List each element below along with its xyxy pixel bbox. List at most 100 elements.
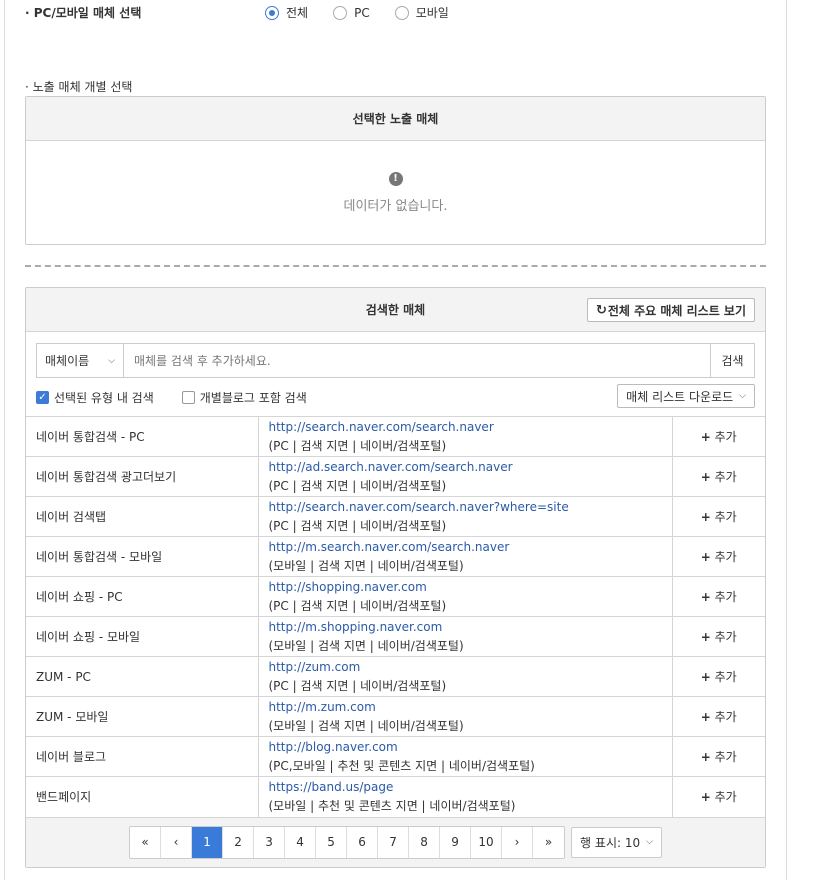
media-url-link[interactable]: http://ad.search.naver.com/search.naver (269, 458, 672, 477)
page-number-button[interactable]: 10 (471, 826, 503, 858)
filter-selected-type-checkbox[interactable]: ✓ 선택된 유형 내 검색 (36, 389, 154, 406)
last-page-button[interactable]: » (533, 827, 564, 858)
page-number-button[interactable]: 3 (254, 826, 286, 858)
media-type-radio-1[interactable]: PC (333, 5, 370, 20)
add-button[interactable]: + 추가 (701, 590, 737, 604)
media-info: https://band.us/page (모바일 | 추천 및 콘텐츠 지면 |… (258, 776, 673, 817)
add-button[interactable]: + 추가 (701, 790, 737, 804)
full-media-list-button[interactable]: ↻ 전체 주요 매체 리스트 보기 (586, 298, 755, 322)
selected-media-header: 선택한 노출 매체 (26, 97, 765, 141)
add-cell: + 추가 (672, 576, 765, 617)
search-input[interactable]: 매체를 검색 후 추가하세요. (123, 343, 711, 378)
filter-include-blog-checkbox[interactable]: 개별블로그 포함 검색 (181, 389, 307, 406)
table-row: 네이버 검색탭 http://search.naver.com/search.na… (26, 496, 765, 537)
media-url-link[interactable]: http://m.search.naver.com/search.naver (269, 538, 672, 557)
add-button[interactable]: + 추가 (701, 550, 737, 564)
media-meta: (모바일 | 추천 및 콘텐츠 지면 | 네이버/검색포털) (268, 798, 516, 813)
plus-icon: + (700, 590, 711, 604)
first-page-button[interactable]: « (130, 826, 162, 858)
media-name: 네이버 쇼핑 - PC (26, 576, 259, 617)
media-type-radio-2[interactable]: 모바일 (394, 4, 449, 21)
next-page-button[interactable]: › (502, 826, 534, 858)
media-url-link[interactable]: http://search.naver.com/search.naver (269, 418, 672, 437)
add-label: 추가 (714, 710, 737, 724)
rows-per-page-select[interactable]: 행 표시: 10 ⌵ (571, 826, 662, 858)
rows-per-page-label: 행 표시: 10 (580, 835, 641, 850)
add-cell: + 추가 (672, 736, 765, 777)
table-row: 네이버 통합검색 - 모바일 http://m.search.naver.com/… (26, 536, 765, 577)
add-label: 추가 (714, 790, 737, 805)
media-url-link[interactable]: http://blog.naver.com (269, 738, 672, 757)
add-button[interactable]: + 추가 (701, 670, 737, 684)
media-type-radio-0[interactable]: 전체 (265, 4, 308, 21)
plus-icon: + (700, 470, 711, 484)
prev-page-button[interactable]: ‹ (161, 826, 193, 858)
media-name: 밴드페이지 (26, 776, 259, 817)
add-cell: + 추가 (672, 616, 765, 657)
checkbox-empty-icon (181, 390, 195, 404)
media-type-radio-label: 모바일 (415, 6, 449, 20)
page-number-button[interactable]: 4 (285, 826, 317, 858)
media-meta: (모바일 | 검색 지면 | 네이버/검색포털) (268, 638, 464, 653)
add-button[interactable]: + 추가 (701, 510, 737, 524)
media-url-link[interactable]: http://m.zum.com (269, 698, 672, 717)
chevron-down-icon: ⌵ (646, 837, 653, 847)
plus-icon: + (700, 790, 711, 805)
radio-circle-icon (394, 5, 409, 20)
add-label: 추가 (714, 750, 737, 764)
add-button[interactable]: + 추가 (701, 710, 737, 724)
media-meta: (PC | 검색 지면 | 네이버/검색포털) (268, 518, 447, 533)
page-number-button[interactable]: 1 (192, 826, 224, 858)
page-number-button[interactable]: 8 (409, 826, 441, 858)
add-button[interactable]: + 추가 (701, 750, 737, 764)
add-label: 추가 (714, 590, 737, 604)
table-row: 네이버 쇼핑 - PC http://shopping.naver.com (PC … (26, 576, 765, 617)
media-type-radio-group: 전체 PC 모바일 (265, 4, 474, 21)
media-result-table: 네이버 통합검색 - PC http://search.naver.com/sea… (26, 416, 765, 817)
search-row: 매체이름 ⌵ 매체를 검색 후 추가하세요. 검색 (36, 343, 755, 378)
add-cell: + 추가 (672, 536, 765, 577)
media-type-title: · PC/모바일 매체 선택 (25, 6, 142, 20)
page-number-button[interactable]: 5 (316, 826, 348, 858)
checkmark-icon: ✓ (36, 390, 49, 404)
page-number-button[interactable]: 2 (223, 826, 255, 858)
add-cell: + 추가 (672, 696, 765, 737)
plus-icon: + (700, 510, 711, 524)
media-url-link[interactable]: https://band.us/page (269, 778, 672, 797)
media-name: 네이버 검색탭 (26, 496, 259, 537)
add-button[interactable]: + 추가 (701, 470, 737, 484)
add-label: 추가 (714, 550, 737, 564)
search-media-header: 검색한 매체 ↻ 전체 주요 매체 리스트 보기 (26, 288, 765, 332)
media-url-link[interactable]: http://zum.com (269, 658, 672, 677)
search-media-panel: 검색한 매체 ↻ 전체 주요 매체 리스트 보기 매체이름 ⌵ 매체를 검색 후… (25, 287, 766, 868)
media-meta: (모바일 | 검색 지면 | 네이버/검색포털) (268, 558, 464, 573)
media-url-link[interactable]: http://m.shopping.naver.com (269, 618, 672, 637)
media-info: http://m.search.naver.com/search.naver (모… (258, 536, 673, 577)
add-cell: + 추가 (672, 496, 765, 537)
media-meta: (PC | 검색 지면 | 네이버/검색포털) (268, 478, 447, 493)
add-button[interactable]: + 추가 (701, 430, 737, 444)
add-button[interactable]: + 추가 (701, 630, 737, 644)
media-url-link[interactable]: http://search.naver.com/search.naver?whe… (269, 498, 672, 517)
media-name: 네이버 통합검색 광고더보기 (26, 456, 259, 497)
media-url-link[interactable]: http://shopping.naver.com (269, 578, 672, 597)
search-field-select[interactable]: 매체이름 ⌵ (36, 343, 123, 378)
media-info: http://blog.naver.com (PC,모바일 | 추천 및 콘텐츠 … (258, 736, 673, 777)
table-row: 네이버 쇼핑 - 모바일 http://m.shopping.naver.com(… (26, 616, 765, 657)
page-number-button[interactable]: 9 (440, 826, 472, 858)
section-divider (25, 265, 766, 267)
table-row: 밴드페이지 https://band.us/page (모바일 | 추천 및 콘텐츠… (26, 776, 765, 817)
plus-icon: + (700, 430, 711, 444)
media-list-download-button[interactable]: 매체 리스트 다운로드 ⌵ (617, 384, 755, 408)
add-label: 추가 (714, 430, 737, 444)
media-meta: (PC,모바일 | 추천 및 콘텐츠 지면 | 네이버/검색포털) (268, 758, 535, 773)
media-name: 네이버 쇼핑 - 모바일 (26, 616, 259, 657)
selected-media-panel: 선택한 노출 매체 ! 데이터가 없습니다. (25, 96, 766, 245)
media-info: http://search.naver.com/search.naver (PC … (258, 416, 673, 457)
add-cell: + 추가 (672, 416, 765, 457)
table-row: 네이버 통합검색 - PC http://search.naver.com/sea… (26, 416, 765, 457)
media-name: ZUM - 모바일 (26, 696, 259, 737)
search-button[interactable]: 검색 (711, 343, 755, 378)
page-number-button[interactable]: 6 (347, 826, 379, 858)
page-number-button[interactable]: 7 (378, 826, 410, 858)
